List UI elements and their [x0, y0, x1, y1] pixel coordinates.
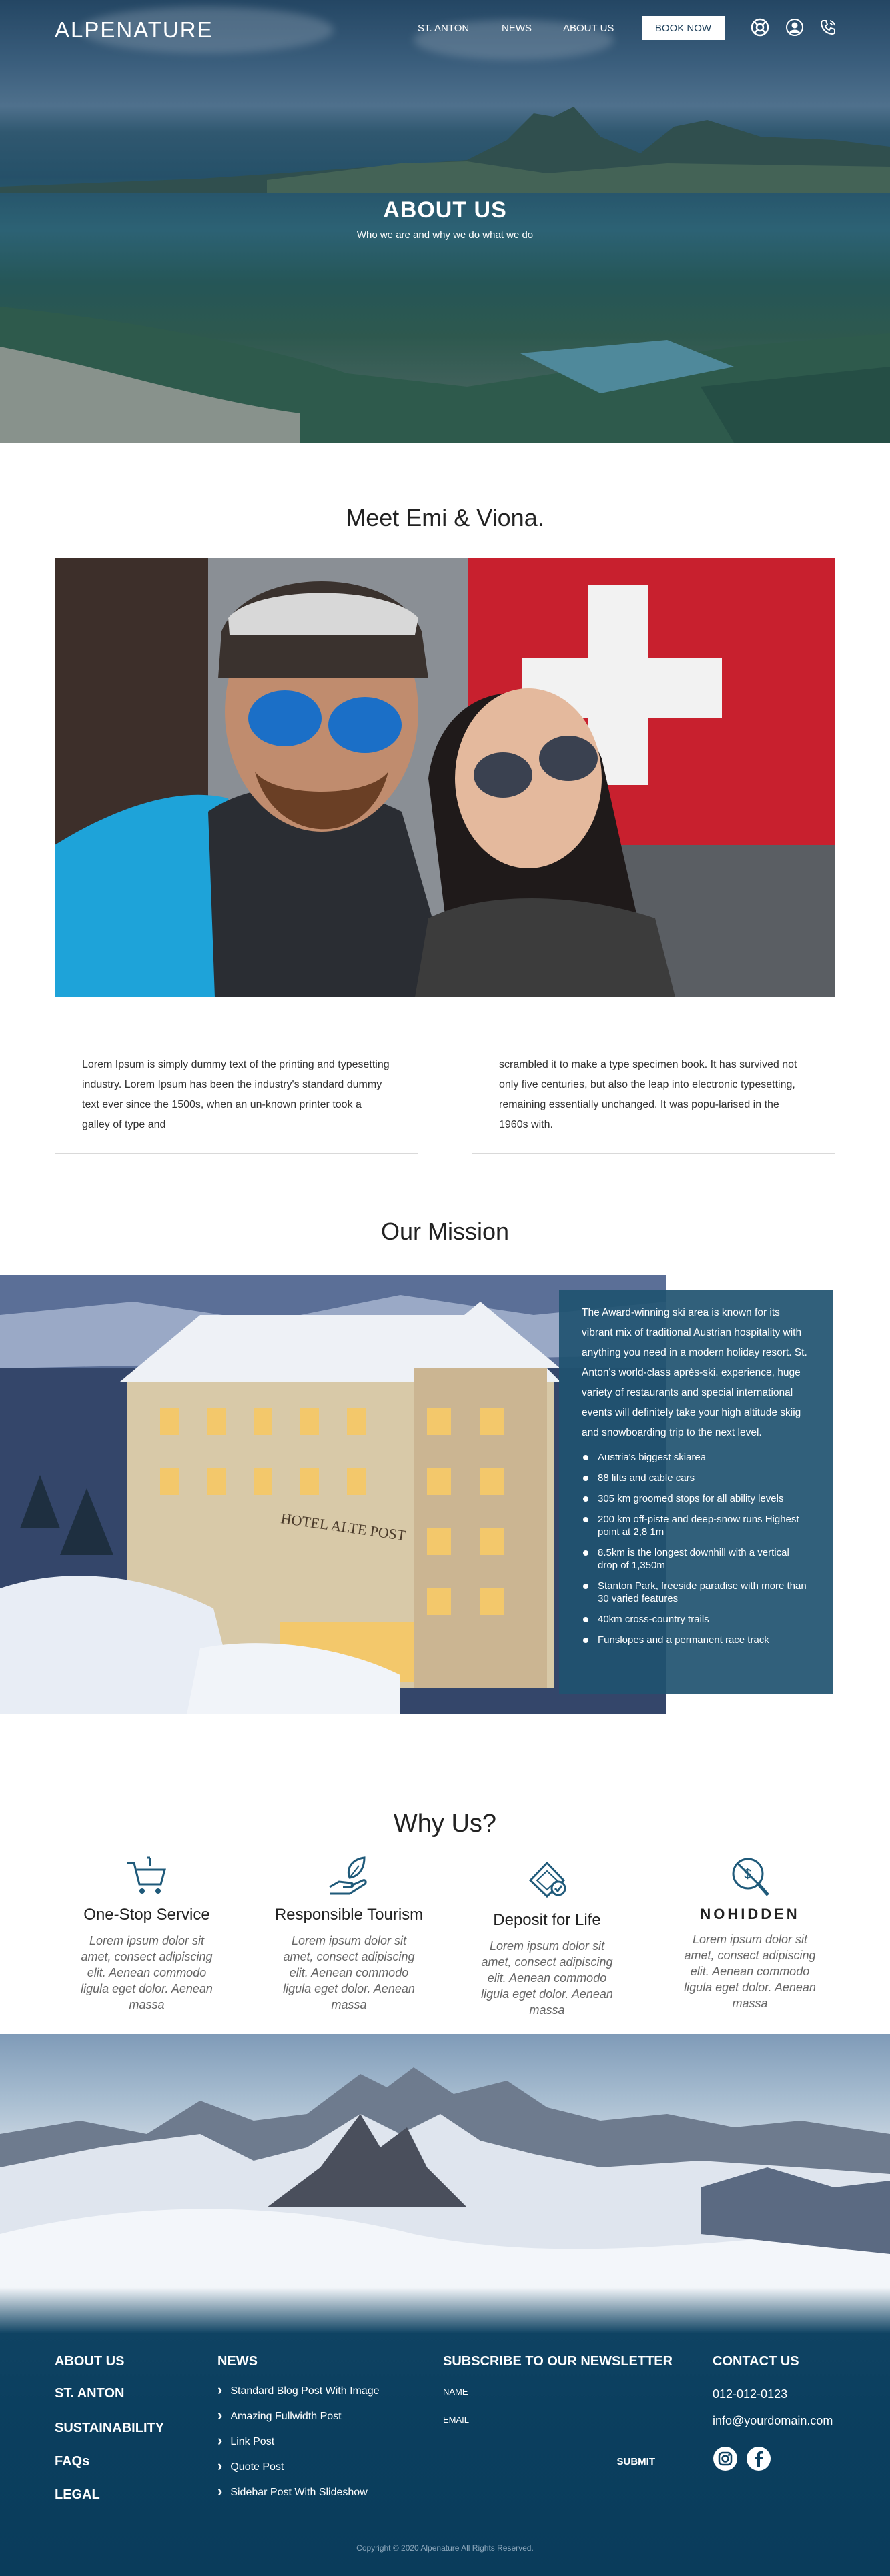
footer-news-item[interactable]: Link Post	[217, 2431, 274, 2449]
meet-text-left: Lorem Ipsum is simply dummy text of the …	[55, 1032, 418, 1154]
nav-link-st-anton[interactable]: ST. ANTON	[418, 23, 469, 34]
footer-news-item[interactable]: Amazing Fullwidth Post	[217, 2406, 341, 2423]
mission-bullet: 88 lifts and cable cars	[582, 1472, 811, 1484]
instagram-icon[interactable]	[713, 2446, 738, 2471]
hero-title: ABOUT US	[383, 197, 507, 223]
hero-banner: ABOUT US Who we are and why we do what w…	[0, 0, 890, 443]
footer-link-faqs[interactable]: FAQs	[55, 2454, 89, 2469]
mission-bullet: Stanton Park, freeside paradise with mor…	[582, 1580, 811, 1605]
footer-news-heading: NEWS	[217, 2354, 258, 2369]
mission-bullet: 305 km groomed stops for all ability lev…	[582, 1492, 811, 1505]
footer-news-item[interactable]: Standard Blog Post With Image	[217, 2381, 379, 2398]
nav-link-news[interactable]: NEWS	[502, 23, 532, 34]
nav-link-about-us[interactable]: ABOUT US	[563, 23, 614, 34]
meet-text-right: scrambled it to make a type specimen boo…	[472, 1032, 835, 1154]
footer-contact-heading: CONTACT US	[713, 2354, 799, 2369]
footer-news-item[interactable]: Quote Post	[217, 2457, 284, 2474]
cart-icon	[127, 1856, 166, 1894]
footer-link-st-anton[interactable]: ST. ANTON	[55, 2386, 124, 2401]
facebook-icon[interactable]	[746, 2446, 771, 2471]
mission-bullet: Austria's biggest skiarea	[582, 1451, 811, 1464]
top-navigation: ALPENATURE ST. ANTON NEWS ABOUT US BOOK …	[0, 0, 890, 57]
newsletter-email-input[interactable]	[443, 2407, 655, 2427]
no-hidden-fees-icon: $	[732, 1858, 769, 1896]
footer-newsletter-heading: SUBSCRIBE TO OUR NEWSLETTER	[443, 2354, 673, 2369]
why-item-text: Lorem ipsum dolor sit amet, consect adip…	[81, 1934, 213, 2011]
why-item-deposit: Deposit for Life Lorem ipsum dolor sit a…	[457, 1854, 637, 2018]
mission-bullet: 40km cross-country trails	[582, 1613, 811, 1626]
hand-leaf-icon	[329, 1856, 367, 1895]
newsletter-submit-button[interactable]: SUBMIT	[604, 2453, 656, 2469]
footer-email[interactable]: info@yourdomain.com	[713, 2414, 833, 2428]
why-item-responsible: Responsible Tourism Lorem ipsum dolor si…	[259, 1854, 439, 2013]
mission-title: Our Mission	[380, 1218, 510, 1245]
why-item-text: Lorem ipsum dolor sit amet, consect adip…	[684, 1933, 816, 2010]
why-item-no-hidden: $ NOHIDDEN Lorem ipsum dolor sit amet, c…	[660, 1854, 840, 2011]
footer-link-legal[interactable]: LEGAL	[55, 2487, 100, 2503]
mission-bullet: Funslopes and a permanent race track	[582, 1634, 811, 1646]
site-logo[interactable]: ALPENATURE	[55, 17, 213, 43]
mission-intro: The Award-winning ski area is known for …	[582, 1307, 807, 1438]
mission-info-panel: The Award-winning ski area is known for …	[559, 1290, 833, 1694]
meet-title: Meet Emi & Viona.	[346, 504, 544, 531]
footer-link-sustainability[interactable]: SUSTAINABILITY	[55, 2421, 164, 2436]
svg-text:$: $	[744, 1867, 751, 1882]
copyright-text: Copyright © 2020 Alpenature All Rights R…	[356, 2543, 534, 2553]
footer-link-about-us[interactable]: ABOUT US	[55, 2354, 124, 2369]
why-item-title: Responsible Tourism	[274, 1906, 424, 1924]
why-item-text: Lorem ipsum dolor sit amet, consect adip…	[283, 1934, 415, 2011]
hero-subtitle: Who we are and why we do what we do	[356, 229, 534, 241]
couple-photo-illustration	[55, 558, 835, 997]
why-item-title: One-Stop Service	[83, 1906, 210, 1924]
why-item-text: Lorem ipsum dolor sit amet, consect adip…	[481, 1939, 613, 2017]
footer-phone[interactable]: 012-012-0123	[713, 2387, 787, 2401]
why-item-one-stop: One-Stop Service Lorem ipsum dolor sit a…	[57, 1854, 237, 2013]
user-icon[interactable]	[785, 17, 805, 37]
mission-bullet-list: Austria's biggest skiarea 88 lifts and c…	[582, 1451, 811, 1646]
book-now-button[interactable]: BOOK NOW	[642, 16, 725, 40]
mission-bullet: 8.5km is the longest downhill with a ver…	[582, 1546, 811, 1572]
deposit-icon	[528, 1861, 566, 1898]
newsletter-name-input[interactable]	[443, 2379, 655, 2399]
mission-bullet: 200 km off-piste and deep-snow runs High…	[582, 1513, 811, 1538]
footer-news-item[interactable]: Sidebar Post With Slideshow	[217, 2482, 367, 2499]
why-item-title: Deposit for Life	[493, 1911, 601, 1929]
lifebuoy-icon[interactable]	[750, 17, 770, 37]
why-item-title: NOHIDDEN	[700, 1906, 800, 1922]
phone-icon[interactable]	[818, 17, 838, 37]
why-title: Why Us?	[393, 1810, 497, 1838]
couple-photo	[55, 558, 835, 997]
